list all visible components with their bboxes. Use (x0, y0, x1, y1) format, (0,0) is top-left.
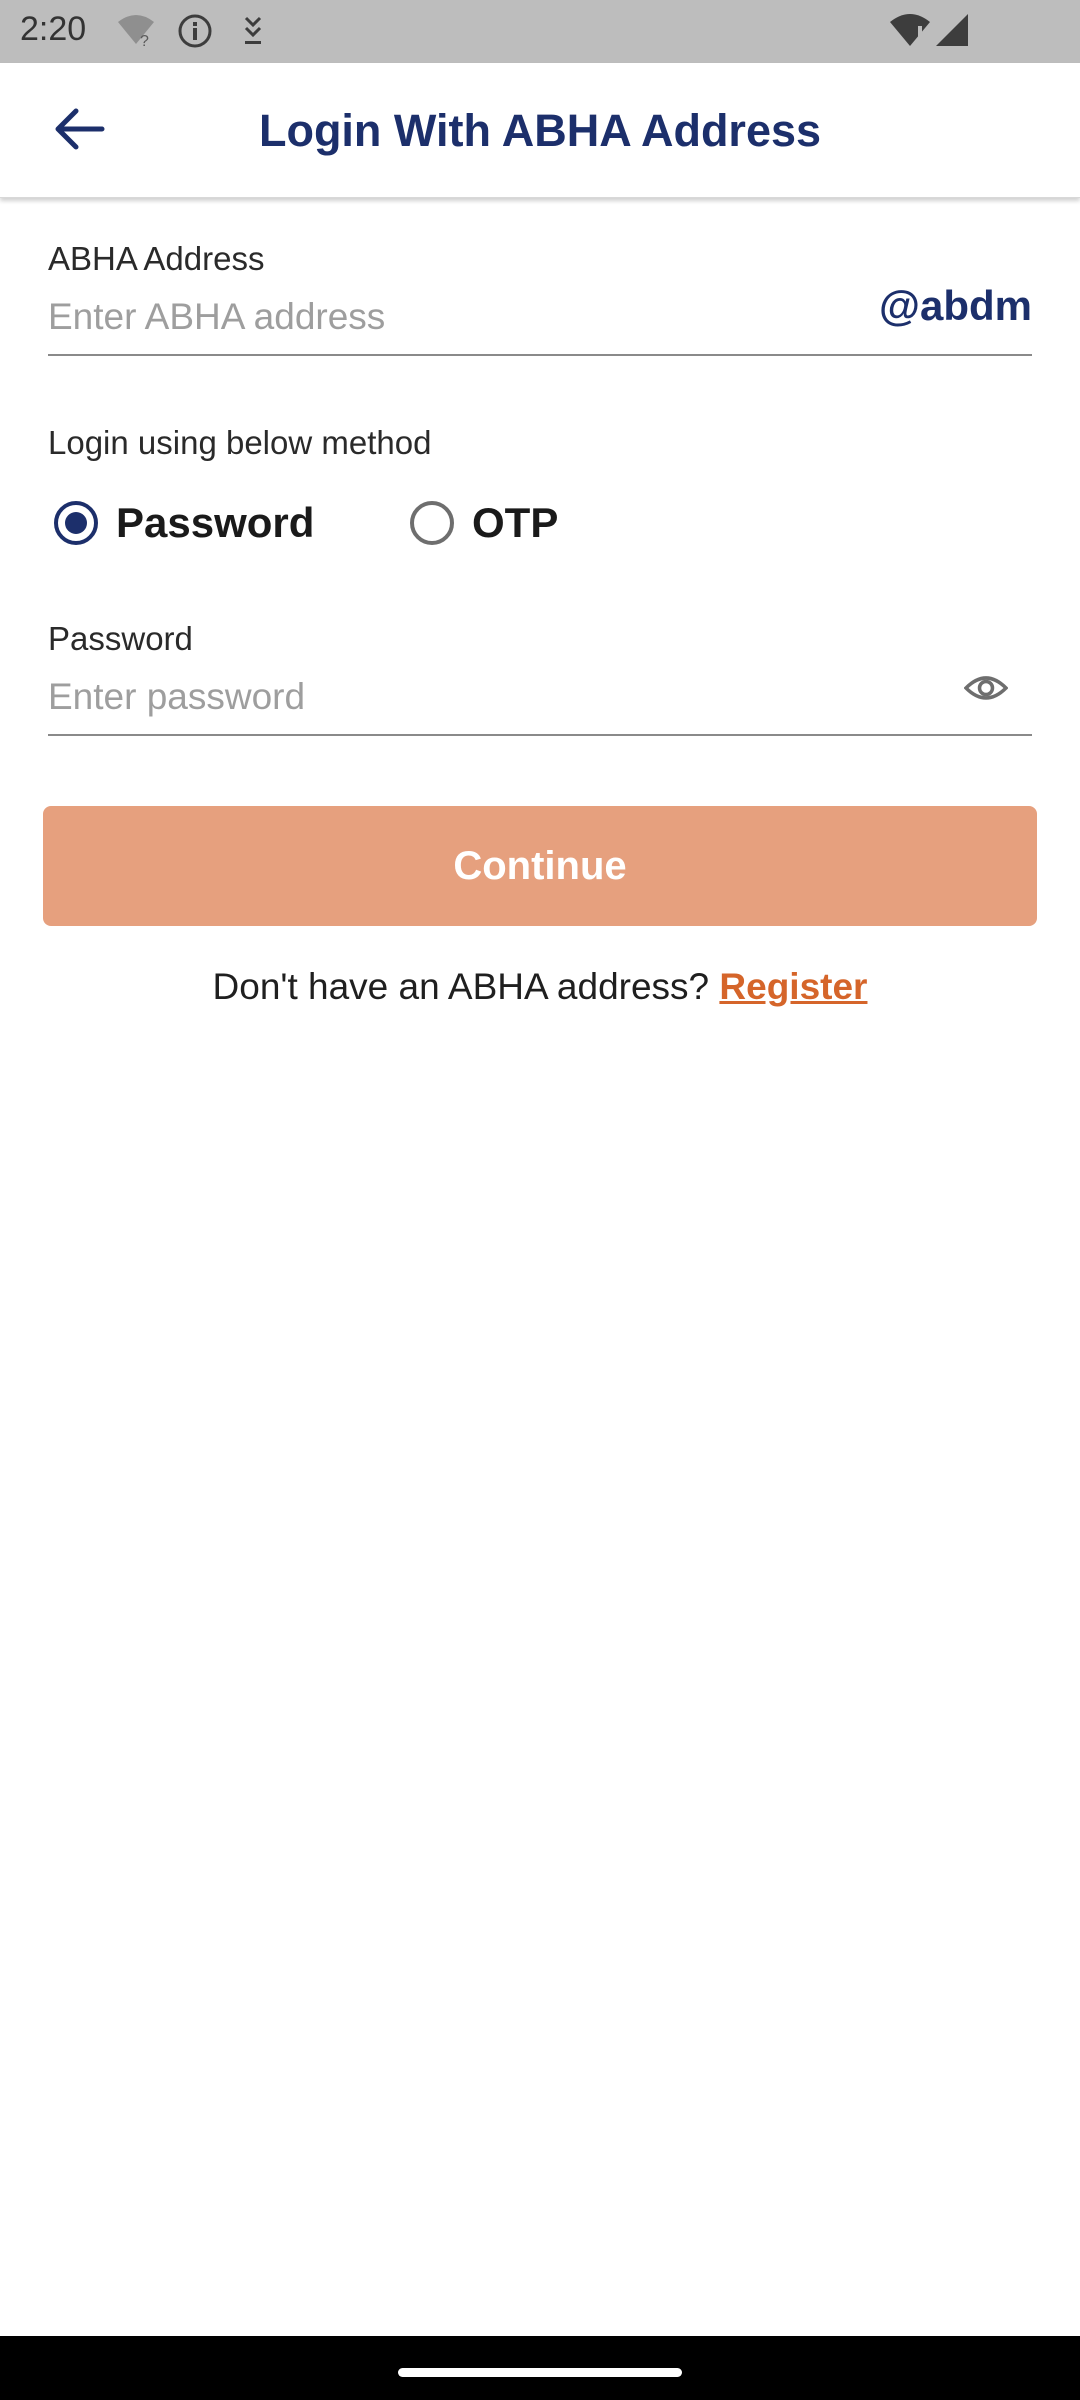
register-link[interactable]: Register (719, 966, 867, 1007)
radio-otp-indicator (410, 501, 454, 545)
download-icon (238, 12, 268, 55)
page-title: Login With ABHA Address (258, 105, 822, 156)
status-time: 2:20 (20, 10, 87, 48)
cell-signal-icon (934, 12, 970, 53)
register-prompt-text: Don't have an ABHA address? (212, 966, 720, 1007)
password-label: Password (48, 620, 193, 657)
back-button[interactable] (40, 95, 120, 167)
continue-button[interactable]: Continue (43, 806, 1037, 926)
radio-otp-label: OTP (472, 499, 559, 546)
arrow-left-icon (54, 107, 106, 156)
login-method-label: Login using below method (48, 424, 432, 461)
wifi-question-icon: ? (116, 12, 156, 53)
status-bar: 2:20 ? (0, 0, 1080, 63)
eye-icon[interactable] (963, 668, 1009, 708)
password-underline (48, 734, 1032, 736)
abha-address-underline (48, 354, 1032, 356)
password-input[interactable] (48, 670, 928, 736)
system-nav-bar (0, 2336, 1080, 2400)
radio-password-indicator (54, 501, 98, 545)
radio-password-label: Password (116, 499, 315, 546)
home-gesture-pill[interactable] (398, 2368, 682, 2377)
wifi-alert-icon (888, 12, 932, 55)
app-bar: Login With ABHA Address (0, 63, 1080, 198)
info-icon (176, 12, 214, 55)
radio-password[interactable]: Password (54, 490, 314, 556)
radio-otp[interactable]: OTP (410, 490, 558, 556)
abha-address-input[interactable] (48, 290, 868, 356)
abha-domain-suffix: @abdm (879, 282, 1032, 329)
register-prompt-line: Don't have an ABHA address? Register (0, 966, 1080, 1008)
abha-address-label: ABHA Address (48, 240, 265, 277)
svg-text:?: ? (140, 33, 149, 48)
